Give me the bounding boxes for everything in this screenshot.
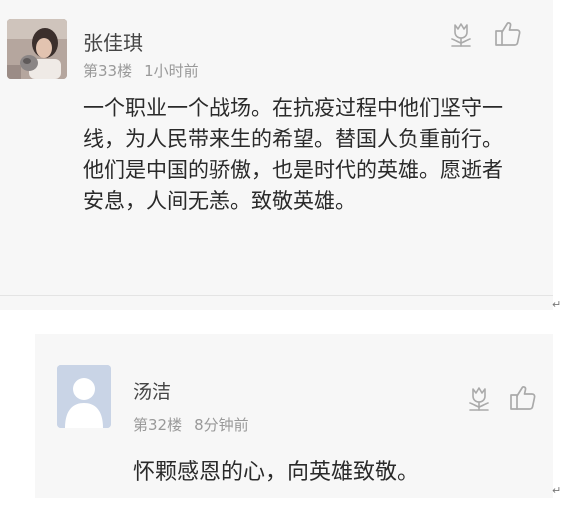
default-user-icon: [57, 365, 111, 428]
flower-icon[interactable]: [467, 386, 491, 416]
timestamp: 1小时前: [144, 62, 199, 80]
paragraph-mark: ↵: [552, 298, 562, 311]
username[interactable]: 汤洁: [133, 377, 171, 404]
flower-icon[interactable]: [449, 22, 473, 52]
comment-text: 怀颗感恩的心，向英雄致敬。: [133, 460, 420, 485]
avatar[interactable]: [57, 365, 111, 428]
comment-card: 张佳琪 第33楼 1小时前 一个职业一个战场。在抗疫过程中他们坚守一线，为人民带来…: [0, 0, 553, 310]
timestamp: 8分钟前: [194, 416, 249, 434]
thumbs-up-icon[interactable]: [509, 384, 537, 416]
paragraph-mark: ↵: [552, 484, 562, 497]
user-photo-icon: [7, 19, 67, 79]
comment-meta: 第32楼 8分钟前: [133, 414, 249, 435]
floor-number: 第32楼: [133, 416, 183, 434]
comment-text: 一个职业一个战场。在抗疫过程中他们坚守一线，为人民带来生的希望。替国人负重前行。…: [83, 96, 503, 213]
thumbs-up-icon[interactable]: [494, 20, 522, 52]
avatar[interactable]: [7, 19, 67, 79]
floor-number: 第33楼: [83, 62, 133, 80]
comment-card: 汤洁 第32楼 8分钟前 怀颗感恩的心，向英雄致敬。: [35, 334, 553, 498]
comment-meta: 第33楼 1小时前: [83, 60, 199, 81]
divider: [0, 295, 553, 296]
username[interactable]: 张佳琪: [83, 27, 143, 56]
